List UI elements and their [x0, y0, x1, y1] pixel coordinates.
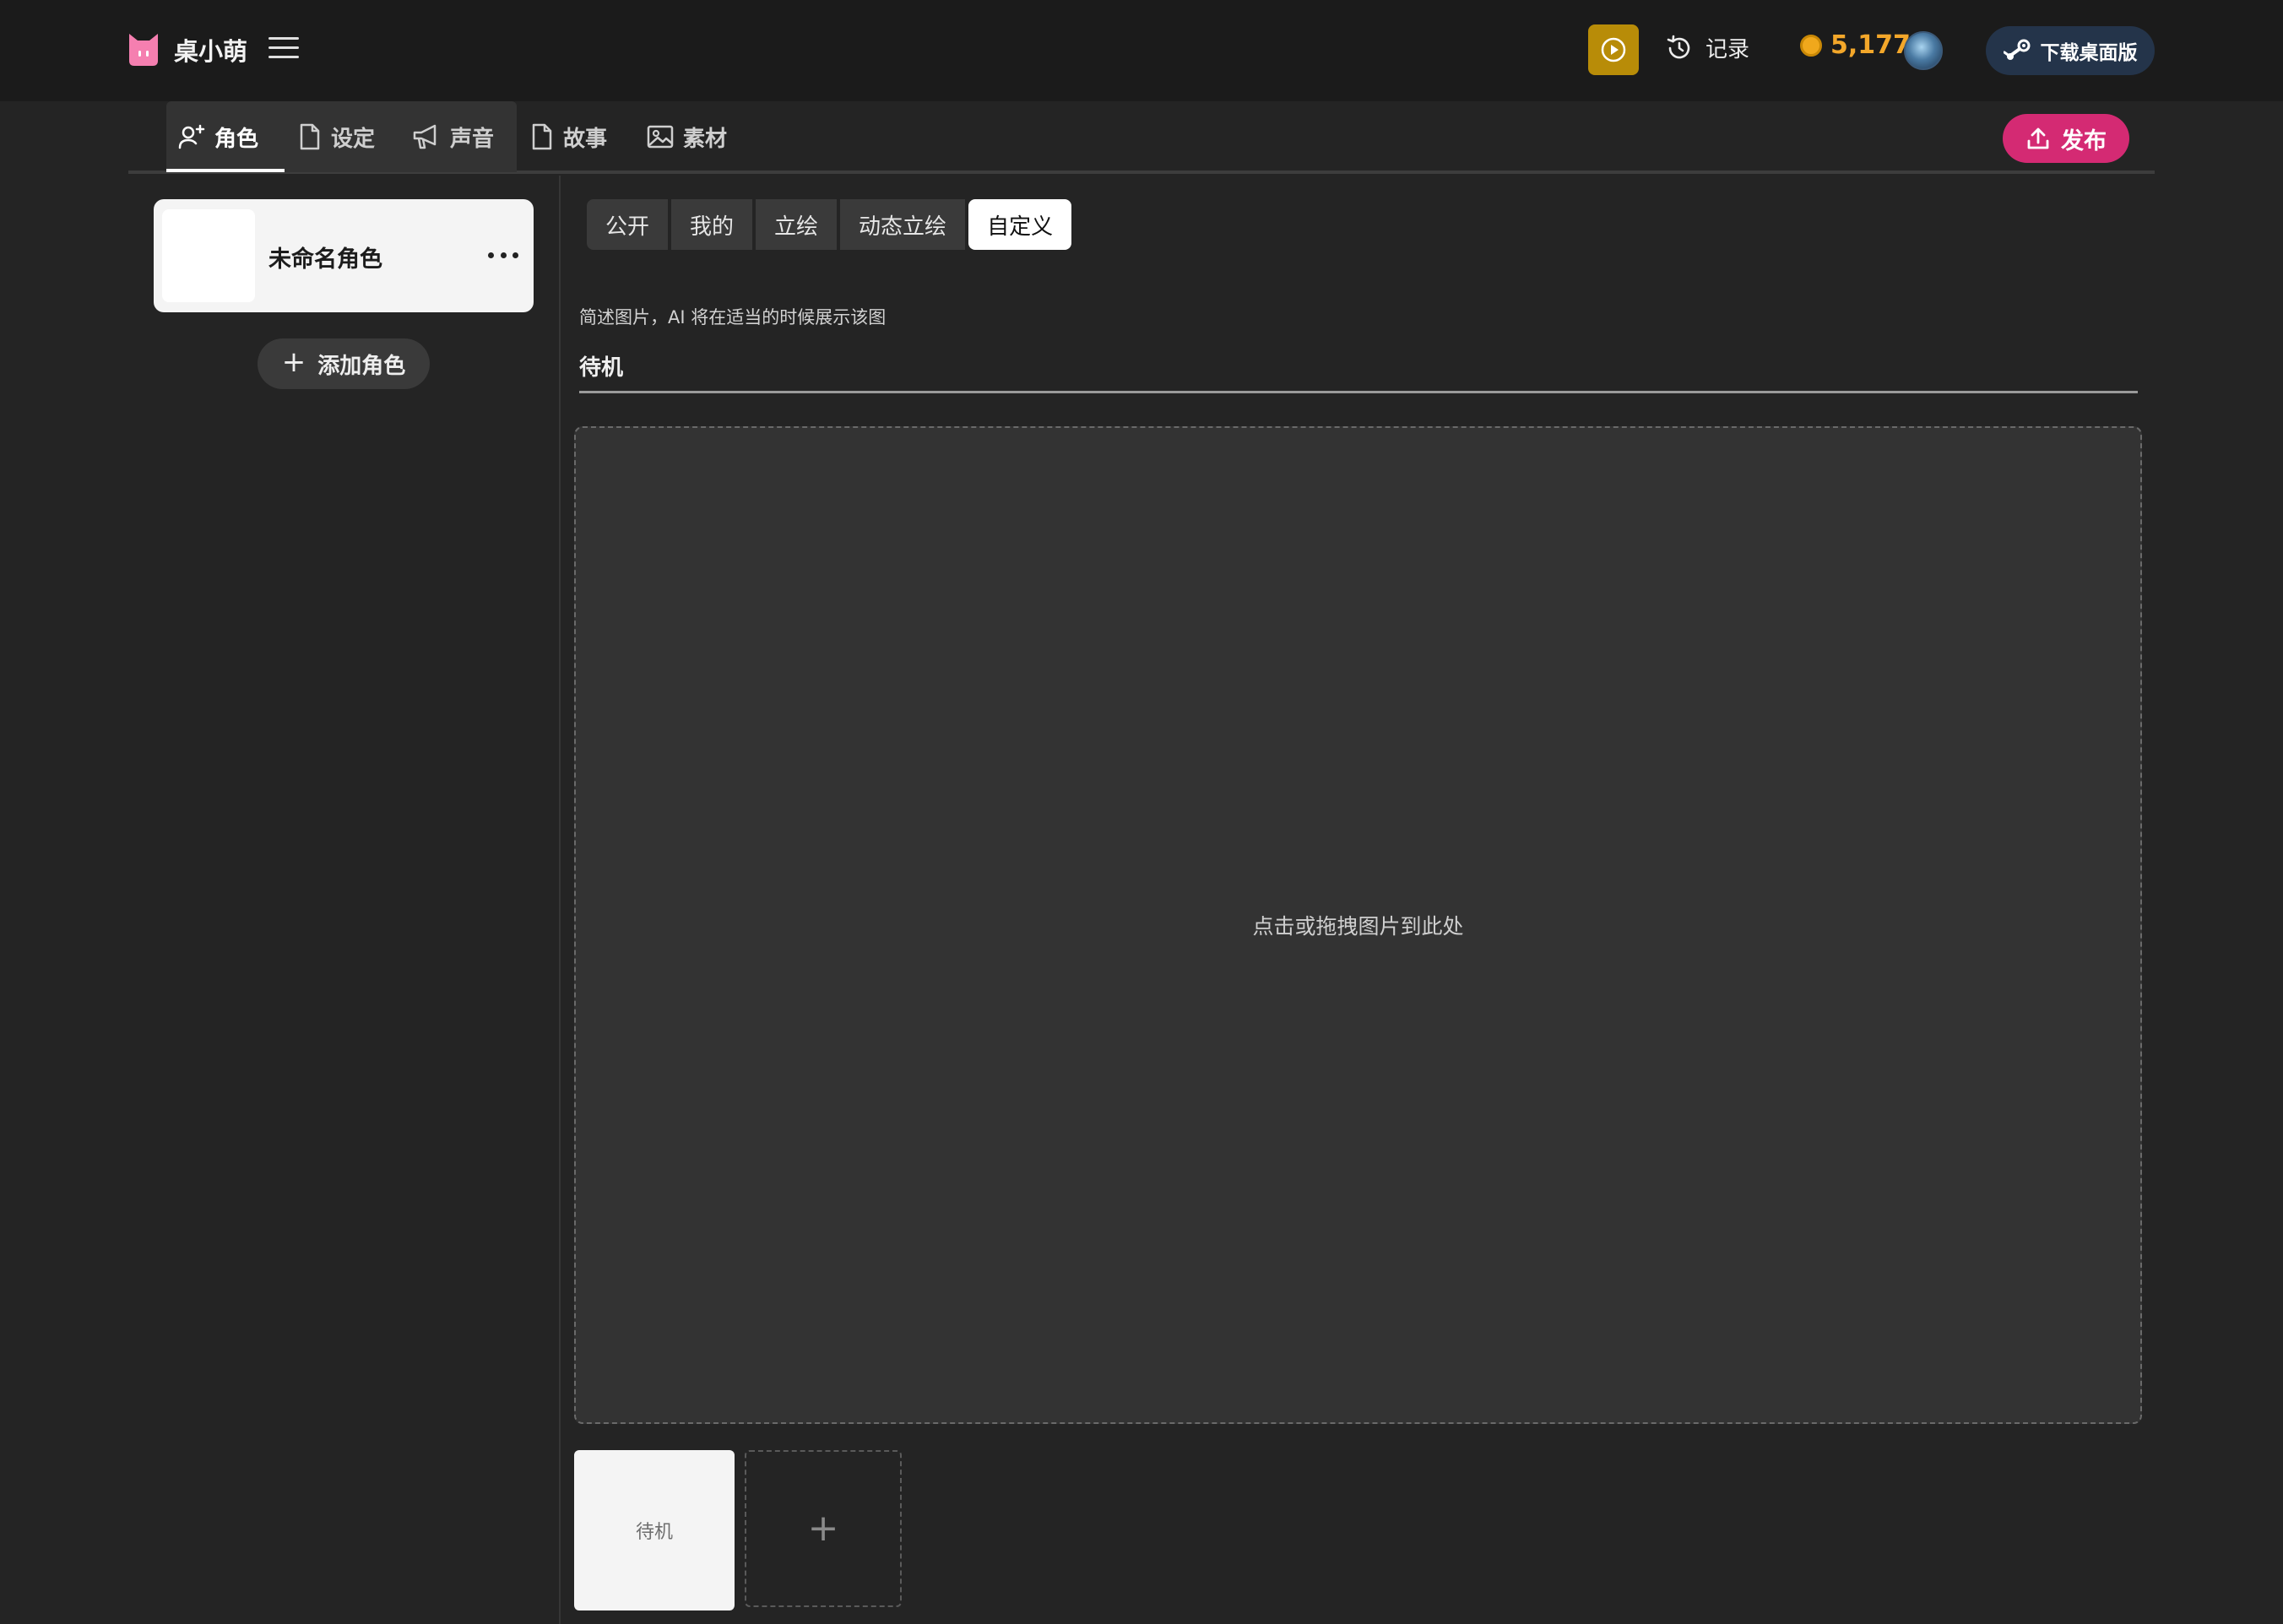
history-clock-icon [1667, 35, 1690, 58]
user-avatar[interactable] [1904, 31, 1943, 70]
play-button[interactable] [1588, 24, 1639, 75]
tab-settings-label: 设定 [331, 126, 376, 152]
download-desktop-button[interactable]: 下载桌面版 [1986, 26, 2155, 75]
image-thumbnail-item[interactable]: 待机 [574, 1450, 735, 1610]
dropzone-label: 点击或拖拽图片到此处 [1252, 914, 1464, 939]
character-thumbnail [162, 209, 255, 302]
megaphone-icon [413, 124, 437, 149]
hamburger-menu-icon[interactable] [268, 37, 299, 62]
upload-icon [2027, 127, 2049, 149]
tab-assets-label: 素材 [683, 126, 728, 152]
source-tab-public[interactable]: 公开 [587, 199, 669, 250]
character-name: 未命名角色 [268, 246, 382, 273]
more-options-icon[interactable] [488, 240, 518, 270]
tab-settings[interactable]: 设定 [297, 118, 375, 155]
image-icon [647, 125, 674, 149]
coin-icon [1800, 34, 1822, 57]
top-bar: 桌小萌 记录 5,177 下载桌面版 [0, 0, 2283, 101]
user-plus-icon [178, 124, 205, 149]
tab-character[interactable]: 角色 [177, 118, 258, 155]
image-name-input[interactable] [579, 344, 2138, 393]
document-icon [300, 123, 320, 150]
history-button[interactable]: 记录 [1665, 32, 1749, 63]
history-label: 记录 [1705, 37, 1750, 62]
tab-character-label: 角色 [214, 126, 259, 152]
tab-voice-label: 声音 [450, 126, 495, 152]
download-label: 下载桌面版 [2040, 42, 2138, 64]
source-tab-mine[interactable]: 我的 [671, 199, 753, 250]
active-tab-indicator [166, 169, 285, 172]
plus-icon: + [807, 1507, 839, 1550]
plus-icon: + [281, 345, 306, 379]
source-tab-animated-portrait[interactable]: 动态立绘 [840, 199, 966, 250]
publish-label: 发布 [2061, 127, 2107, 154]
tab-story[interactable]: 故事 [529, 118, 607, 155]
play-icon [1601, 37, 1626, 62]
app-title: 桌小萌 [174, 37, 248, 66]
character-card[interactable]: 未命名角色 [154, 199, 534, 312]
image-source-tabs: 公开 我的 立绘 动态立绘 自定义 [587, 199, 1075, 250]
source-tab-custom[interactable]: 自定义 [968, 199, 1072, 250]
panel-divider [559, 176, 561, 1624]
thumbnail-label: 待机 [635, 1522, 673, 1543]
tab-voice[interactable]: 声音 [411, 118, 494, 155]
editor-tabs: 角色 设定 声音 故事 素材 [128, 101, 2155, 174]
logo[interactable]: 桌小萌 [127, 32, 247, 68]
add-character-button[interactable]: + 添加角色 [258, 338, 430, 389]
coin-count: 5,177 [1830, 30, 1911, 60]
cat-logo-icon [129, 34, 158, 66]
image-dropzone[interactable]: 点击或拖拽图片到此处 [574, 426, 2142, 1424]
publish-button[interactable]: 发布 [2003, 114, 2129, 163]
document-icon [532, 123, 552, 150]
add-character-label: 添加角色 [317, 353, 406, 379]
tab-story-label: 故事 [563, 126, 608, 152]
coin-balance: 5,177 [1800, 30, 1911, 60]
add-image-button[interactable]: + [745, 1450, 902, 1607]
source-tab-portrait[interactable]: 立绘 [756, 199, 838, 250]
tab-assets[interactable]: 素材 [646, 118, 727, 155]
steam-icon [2003, 39, 2030, 60]
image-description-hint: 简述图片，AI 将在适当的时候展示该图 [579, 307, 887, 328]
